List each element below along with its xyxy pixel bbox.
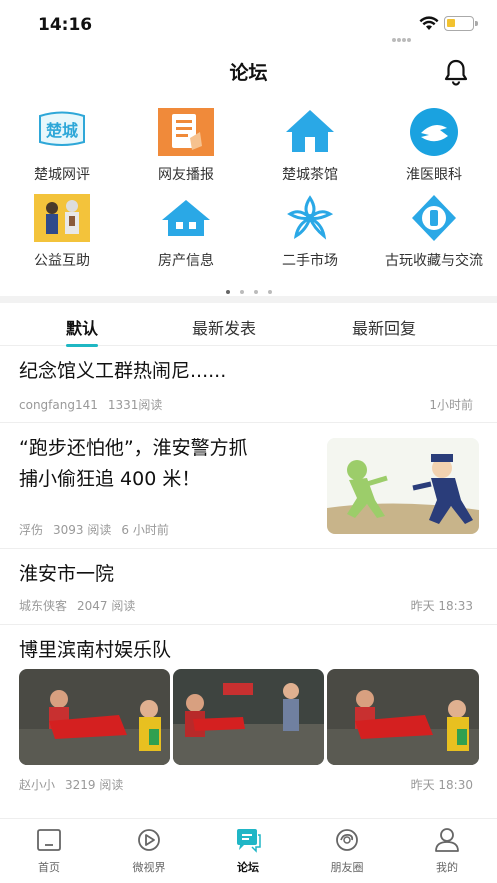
moments-icon — [336, 829, 358, 851]
news-report-icon — [156, 106, 216, 158]
post-reads: 3093 阅读 — [53, 523, 112, 537]
category-label: 房产信息 — [158, 253, 214, 269]
flower-logo-icon — [280, 192, 340, 244]
post-title: 纪念馆义工群热闹尼...... — [19, 360, 227, 382]
svg-text:楚城: 楚城 — [46, 121, 78, 140]
category-label: 二手市场 — [282, 253, 338, 269]
post-photo — [19, 669, 170, 765]
charity-photo-icon — [32, 192, 92, 244]
bell-icon[interactable] — [442, 58, 470, 86]
forum-chat-icon — [237, 829, 261, 853]
post-reads: 1331阅读 — [107, 398, 163, 412]
house-icon — [280, 106, 340, 158]
wifi-icon — [419, 16, 439, 30]
tabbar-label: 微视界 — [132, 861, 166, 874]
post-thumbnail — [327, 438, 479, 534]
post-item[interactable]: 淮安市一院 城东侠客 2047 阅读 昨天 18:33 — [0, 549, 497, 625]
category-charity[interactable]: 公益互助 — [0, 192, 124, 270]
post-meta: 城东侠客 2047 阅读 — [19, 597, 145, 614]
category-label: 楚城茶馆 — [282, 167, 338, 183]
tab-latest-posts[interactable]: 最新发表 — [192, 315, 256, 339]
category-second-hand[interactable]: 二手市场 — [248, 192, 372, 270]
category-label: 古玩收藏与交流 — [385, 253, 483, 269]
tabbar-profile[interactable]: 我的 — [412, 827, 482, 875]
post-author: 浮伤 — [19, 523, 44, 537]
category-grid: 楚城 楚城网评 网友播报 楚城茶馆 淮医眼科 公益互助 房产信息 二手市场 古玩… — [0, 100, 497, 295]
post-title: “跑步还怕他”，淮安警方抓 捕小偷狂追 400 米！ — [19, 437, 248, 490]
post-meta: 浮伤 3093 阅读 6 小时前 — [19, 521, 179, 538]
post-item[interactable]: 博里滨南村娱乐队 赵小小 3219 阅读 昨天 18:30 — [0, 625, 497, 805]
profile-icon — [435, 828, 459, 852]
post-author: congfang141 — [19, 398, 98, 412]
category-real-estate[interactable]: 房产信息 — [124, 192, 248, 270]
tabbar-home[interactable]: 首页 — [14, 827, 84, 875]
post-title: 博里滨南村娱乐队 — [19, 639, 172, 661]
category-label: 楚城网评 — [34, 167, 90, 183]
home-icon — [37, 829, 61, 851]
category-label: 网友播报 — [158, 167, 214, 183]
post-item[interactable]: “跑步还怕他”，淮安警方抓 捕小偷狂追 400 米！ 浮伤 3093 阅读 6 小时… — [0, 423, 497, 549]
tabbar-label: 我的 — [436, 861, 458, 874]
post-meta: congfang141 1331阅读 — [19, 396, 172, 413]
tabbar-label: 论坛 — [237, 861, 259, 874]
tab-default[interactable]: 默认 — [66, 315, 98, 339]
category-teahouse[interactable]: 楚城茶馆 — [248, 106, 372, 184]
post-time: 昨天 18:30 — [410, 778, 473, 792]
post-item[interactable]: 纪念馆义工群热闹尼...... congfang141 1331阅读 1小时前 — [0, 346, 497, 423]
chucheng-logo-icon: 楚城 — [32, 106, 92, 158]
eye-clinic-logo-icon — [404, 106, 464, 158]
tab-latest-replies[interactable]: 最新回复 — [352, 315, 416, 339]
category-eye-clinic[interactable]: 淮医眼科 — [372, 106, 496, 184]
tabbar-micro-video[interactable]: 微视界 — [114, 827, 184, 875]
category-netizen-report[interactable]: 网友播报 — [124, 106, 248, 184]
category-antiques[interactable]: 古玩收藏与交流 — [372, 192, 496, 270]
tabbar-label: 首页 — [38, 861, 60, 874]
tabbar-label: 朋友圈 — [330, 861, 364, 874]
page-title: 论坛 — [229, 62, 268, 84]
antique-coin-icon — [404, 192, 464, 244]
tabbar-moments[interactable]: 朋友圈 — [312, 827, 382, 875]
battery-icon — [444, 16, 478, 31]
category-label: 公益互助 — [34, 253, 90, 269]
post-reads: 2047 阅读 — [77, 599, 136, 613]
post-time: 1小时前 — [429, 398, 473, 412]
nav-header: 论坛 — [0, 46, 497, 96]
video-play-icon — [138, 829, 160, 851]
category-chucheng-review[interactable]: 楚城 楚城网评 — [0, 106, 124, 184]
house-store-icon — [156, 192, 216, 244]
sort-tabs: 默认 最新发表 最新回复 — [0, 303, 497, 347]
post-title: 淮安市一院 — [19, 563, 115, 585]
post-meta: 赵小小 3219 阅读 — [19, 776, 133, 793]
post-photo — [327, 669, 479, 765]
post-time: 6 小时前 — [121, 523, 169, 537]
signal-icon — [392, 27, 414, 42]
tabbar-forum[interactable]: 论坛 — [213, 827, 283, 875]
bottom-tab-bar: 首页 微视界 论坛 朋友圈 我的 — [0, 818, 497, 883]
post-photo — [173, 669, 324, 765]
post-author: 赵小小 — [19, 778, 56, 792]
status-bar: 14:16 — [0, 0, 497, 46]
section-divider — [0, 296, 497, 303]
status-time: 14:16 — [38, 15, 93, 35]
post-author: 城东侠客 — [19, 599, 68, 613]
category-label: 淮医眼科 — [406, 167, 462, 183]
post-reads: 3219 阅读 — [65, 778, 124, 792]
post-time: 昨天 18:33 — [410, 599, 473, 613]
